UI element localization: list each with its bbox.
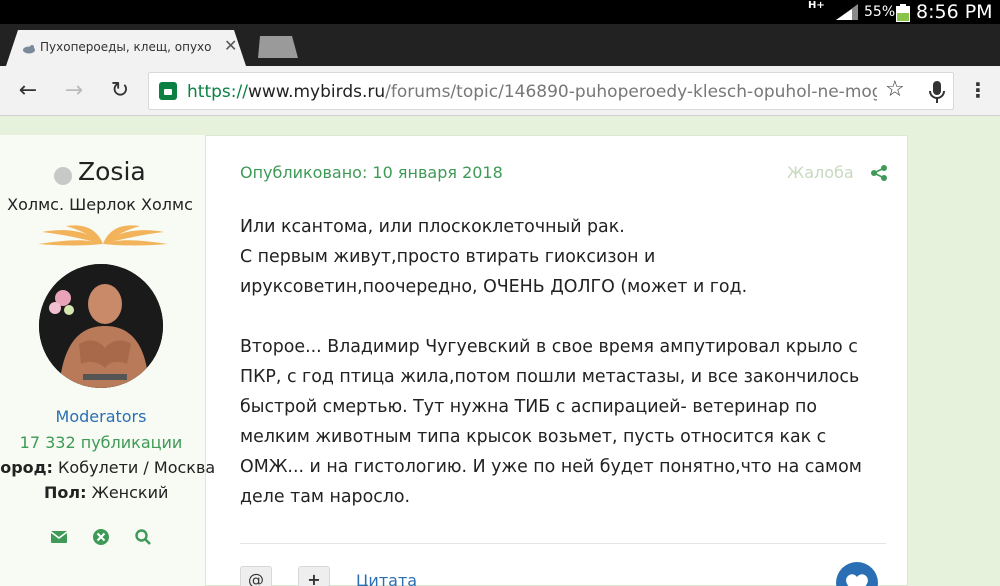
- reload-icon[interactable]: ↻: [106, 78, 134, 106]
- post-line: мелким животным типа крысок возьмет, пус…: [240, 427, 827, 447]
- close-circle-icon[interactable]: [92, 528, 110, 546]
- lock-icon: [159, 82, 177, 100]
- report-link[interactable]: Жалоба: [787, 163, 854, 182]
- author-group[interactable]: Moderators: [0, 407, 202, 426]
- gender-value: Женский: [91, 483, 169, 502]
- author-post-count[interactable]: 17 332 публикации: [0, 433, 202, 452]
- post-line: деле там наросло.: [240, 487, 411, 507]
- back-arrow-icon[interactable]: ←: [14, 78, 42, 106]
- city-label: Город:: [0, 458, 53, 477]
- post-line: Второе... Владимир Чугуевский в свое вре…: [240, 337, 858, 357]
- bookmark-star-icon[interactable]: ☆: [885, 77, 905, 102]
- tab-close-icon[interactable]: ✕: [224, 36, 237, 55]
- quote-button[interactable]: Цитата: [356, 571, 417, 586]
- envelope-icon[interactable]: [50, 528, 68, 546]
- post-date[interactable]: Опубликовано: 10 января 2018: [240, 163, 503, 182]
- address-bar[interactable]: https://www.mybirds.ru/forums/topic/1468…: [148, 72, 954, 110]
- battery-icon: [896, 4, 910, 22]
- url-text[interactable]: https://www.mybirds.ru/forums/topic/1468…: [187, 82, 877, 102]
- author-city-field: Город: Кобулети / Москва: [0, 458, 215, 477]
- status-bar: H+ 55% 8:56 PM: [0, 0, 1000, 24]
- author-avatar[interactable]: [39, 264, 163, 388]
- battery-percent: 55%: [864, 4, 896, 20]
- city-value: Кобулети / Москва: [58, 458, 216, 477]
- browser-toolbar: ← → ↻ https://www.mybirds.ru/forums/topi…: [0, 66, 1000, 116]
- author-gender-field: Пол: Женский: [44, 483, 168, 502]
- network-type: H+: [808, 0, 825, 11]
- post-line: Или ксантома, или плоскоклеточный рак.: [240, 217, 625, 237]
- mention-button[interactable]: @: [240, 566, 272, 586]
- forward-arrow-icon[interactable]: →: [60, 78, 88, 106]
- tab-title: Пухопероеды, клещ, опухо: [40, 40, 212, 54]
- post-line: ПКР, с год птица жила,потом пошли метаст…: [240, 367, 860, 387]
- like-heart-icon[interactable]: [836, 562, 878, 586]
- rank-wings-icon: [38, 225, 168, 246]
- tab-active[interactable]: Пухопероеды, клещ, опухо ✕: [6, 30, 246, 66]
- signal-icon: [836, 4, 858, 20]
- post-line: ируксоветин,поочередно, ОЧЕНЬ ДОЛГО (мож…: [240, 277, 748, 297]
- author-name[interactable]: Zosia: [78, 157, 146, 186]
- multiquote-add-button[interactable]: +: [298, 566, 330, 586]
- heart-icon: [846, 574, 868, 586]
- post-line: быстрой смертью. Тут нужна ТИБ с аспирац…: [240, 397, 818, 417]
- post-body: Или ксантома, или плоскоклеточный рак. С…: [240, 212, 880, 512]
- online-status-indicator: [54, 167, 72, 185]
- search-icon[interactable]: [134, 528, 152, 546]
- post-line: ОМЖ... и на гистологию. И уже по ней буд…: [240, 457, 862, 477]
- microphone-icon[interactable]: [927, 79, 947, 105]
- post-line: С первым живут,просто втирать гиоксизон …: [240, 247, 656, 267]
- post-divider: [240, 543, 886, 544]
- menu-dots-icon[interactable]: ⋮: [968, 78, 988, 102]
- clock: 8:56 PM: [916, 1, 993, 23]
- site-favicon-icon: [23, 45, 35, 54]
- author-title: Холмс. Шерлок Холмс: [7, 195, 193, 214]
- avatar-image: [39, 264, 163, 388]
- share-icon[interactable]: [870, 164, 888, 182]
- gender-label: Пол:: [44, 483, 87, 502]
- new-tab-button[interactable]: [258, 36, 298, 58]
- tab-strip: Пухопероеды, клещ, опухо ✕: [0, 24, 1000, 66]
